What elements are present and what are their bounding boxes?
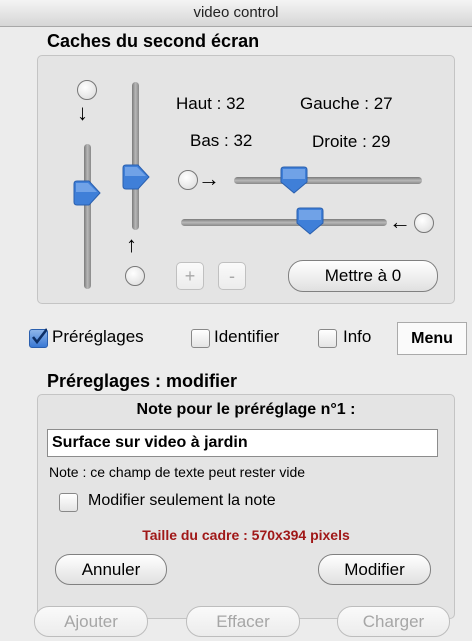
identify-label: Identifier bbox=[214, 327, 280, 346]
first-horizontal-thumb[interactable] bbox=[280, 166, 308, 194]
left-value-label: Gauche : 27 bbox=[300, 94, 393, 113]
right-circle-handle[interactable] bbox=[414, 213, 434, 233]
right-vertical-track[interactable] bbox=[132, 82, 139, 230]
second-horizontal-thumb[interactable] bbox=[296, 207, 324, 235]
info-label: Info bbox=[343, 327, 372, 346]
left-vertical-track[interactable] bbox=[84, 144, 91, 289]
preset-edit-section-title: Préreglages : modifier bbox=[47, 371, 238, 391]
arrow-right-icon: → bbox=[198, 166, 220, 191]
info-checkbox[interactable] bbox=[318, 329, 337, 348]
frame-size-label: Taille du cadre : 570x394 pixels bbox=[142, 527, 350, 543]
right-vertical-thumb[interactable] bbox=[122, 164, 150, 190]
right-value-label: Droite : 29 bbox=[312, 132, 391, 151]
presets-label: Préréglages bbox=[52, 327, 144, 346]
presets-checkbox[interactable] bbox=[29, 328, 48, 348]
left-vertical-thumb[interactable] bbox=[73, 180, 101, 206]
minus-button[interactable]: - bbox=[218, 262, 246, 290]
masks-group-box: ↓ ↑ Haut : 32 Gauche : 27 Bas : 32 Droit… bbox=[37, 55, 455, 304]
load-button[interactable]: Charger bbox=[337, 606, 450, 637]
identify-checkbox[interactable] bbox=[191, 329, 210, 348]
checkmark-icon bbox=[31, 328, 47, 345]
only-note-label: Modifier seulement la note bbox=[88, 492, 276, 509]
arrow-left-icon: ← bbox=[389, 209, 411, 234]
menu-button[interactable]: Menu bbox=[397, 322, 467, 355]
erase-button[interactable]: Effacer bbox=[186, 606, 300, 637]
modify-button[interactable]: Modifier bbox=[318, 554, 431, 585]
bottom-circle-handle[interactable] bbox=[125, 266, 145, 286]
arrow-up-icon: ↑ bbox=[126, 232, 137, 257]
only-note-checkbox[interactable] bbox=[59, 493, 78, 512]
first-horizontal-track[interactable] bbox=[234, 177, 422, 184]
note-hint: Note : ce champ de texte peut rester vid… bbox=[49, 464, 306, 480]
plus-button[interactable]: + bbox=[176, 262, 204, 290]
note-input[interactable]: Surface sur video à jardin bbox=[47, 429, 438, 457]
bottom-value-label: Bas : 32 bbox=[190, 131, 253, 150]
left-circle-handle[interactable] bbox=[178, 170, 198, 190]
add-button[interactable]: Ajouter bbox=[34, 606, 148, 637]
masks-section-title: Caches du second écran bbox=[47, 31, 260, 51]
reset-button[interactable]: Mettre à 0 bbox=[288, 260, 438, 292]
top-circle-handle[interactable] bbox=[77, 80, 97, 100]
window-title: video control bbox=[0, 0, 472, 27]
second-horizontal-track[interactable] bbox=[181, 219, 387, 226]
arrow-down-icon: ↓ bbox=[77, 100, 88, 125]
cancel-button[interactable]: Annuler bbox=[55, 554, 167, 585]
top-value-label: Haut : 32 bbox=[176, 94, 245, 113]
note-title: Note pour le préréglage n°1 : bbox=[136, 401, 356, 418]
preset-edit-group-box: Note pour le préréglage n°1 : Surface su… bbox=[37, 394, 455, 619]
